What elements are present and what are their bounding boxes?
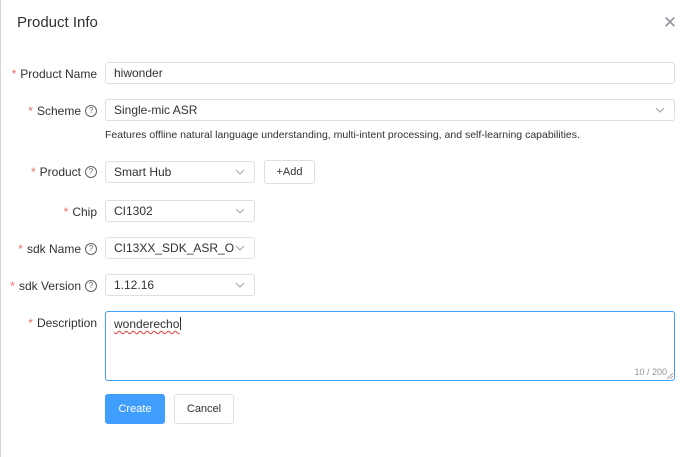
sdk-name-select[interactable]: CI13XX_SDK_ASR_Offline bbox=[105, 237, 255, 259]
chevron-down-icon bbox=[235, 208, 245, 214]
chip-label: * Chip bbox=[64, 204, 97, 220]
question-circle-icon[interactable]: ? bbox=[85, 243, 97, 255]
dialog-title: Product Info bbox=[17, 14, 98, 31]
chip-select[interactable]: CI1302 bbox=[105, 200, 255, 222]
required-asterisk: * bbox=[10, 279, 15, 293]
required-asterisk: * bbox=[30, 165, 36, 179]
product-info-dialog: Product Info ✕ * Product Name hiwonder *… bbox=[0, 0, 690, 457]
chevron-down-icon bbox=[235, 245, 245, 251]
scheme-value: Single-mic ASR bbox=[114, 103, 198, 117]
sdk-version-select[interactable]: 1.12.16 bbox=[105, 274, 255, 296]
cancel-button[interactable]: Cancel bbox=[174, 394, 234, 424]
product-name-input[interactable]: hiwonder bbox=[105, 62, 675, 84]
chevron-down-icon bbox=[235, 169, 245, 175]
product-name-value: hiwonder bbox=[114, 66, 163, 80]
question-circle-icon[interactable]: ? bbox=[85, 280, 97, 292]
question-circle-icon[interactable]: ? bbox=[85, 105, 97, 117]
sdk-name-value: CI13XX_SDK_ASR_Offline bbox=[114, 241, 234, 255]
required-asterisk: * bbox=[18, 242, 23, 256]
product-label-text: Product bbox=[39, 165, 81, 179]
sdk-version-value: 1.12.16 bbox=[114, 278, 155, 292]
description-value: wonderecho bbox=[114, 317, 180, 331]
scheme-label-text: Scheme bbox=[36, 104, 81, 118]
scheme-hint: Features offline natural language unders… bbox=[105, 129, 580, 141]
product-name-label-text: Product Name bbox=[20, 67, 97, 81]
scheme-label: * Scheme ? bbox=[28, 103, 97, 119]
sdk-version-label-text: sdk Version bbox=[18, 279, 81, 293]
required-asterisk: * bbox=[11, 67, 17, 81]
chevron-down-icon bbox=[655, 107, 665, 113]
sdk-name-label: * sdk Name ? bbox=[18, 241, 97, 257]
add-product-button[interactable]: +Add bbox=[264, 160, 315, 184]
create-button[interactable]: Create bbox=[105, 394, 165, 424]
sdk-version-label: * sdk Version ? bbox=[10, 278, 97, 294]
resize-handle-icon[interactable] bbox=[667, 373, 673, 379]
required-asterisk: * bbox=[28, 104, 33, 118]
chip-label-text: Chip bbox=[72, 205, 97, 219]
description-label-text: Description bbox=[36, 316, 97, 330]
chip-value: CI1302 bbox=[114, 204, 153, 218]
dialog-edge bbox=[0, 0, 1, 457]
sdk-name-label-text: sdk Name bbox=[26, 242, 81, 256]
chevron-down-icon bbox=[235, 282, 245, 288]
scheme-select[interactable]: Single-mic ASR bbox=[105, 99, 675, 121]
product-value: Smart Hub bbox=[114, 165, 172, 179]
text-caret bbox=[180, 317, 182, 330]
required-asterisk: * bbox=[63, 205, 69, 219]
description-label: * Description bbox=[28, 315, 97, 331]
product-name-label: * Product Name bbox=[12, 66, 97, 82]
description-textarea[interactable]: wonderecho 10 / 200 bbox=[105, 311, 675, 381]
close-icon[interactable]: ✕ bbox=[660, 13, 680, 33]
description-counter: 10 / 200 bbox=[634, 367, 667, 377]
required-asterisk: * bbox=[28, 316, 33, 330]
question-circle-icon[interactable]: ? bbox=[85, 166, 97, 178]
product-label: * Product ? bbox=[31, 164, 97, 180]
product-select[interactable]: Smart Hub bbox=[105, 161, 255, 183]
